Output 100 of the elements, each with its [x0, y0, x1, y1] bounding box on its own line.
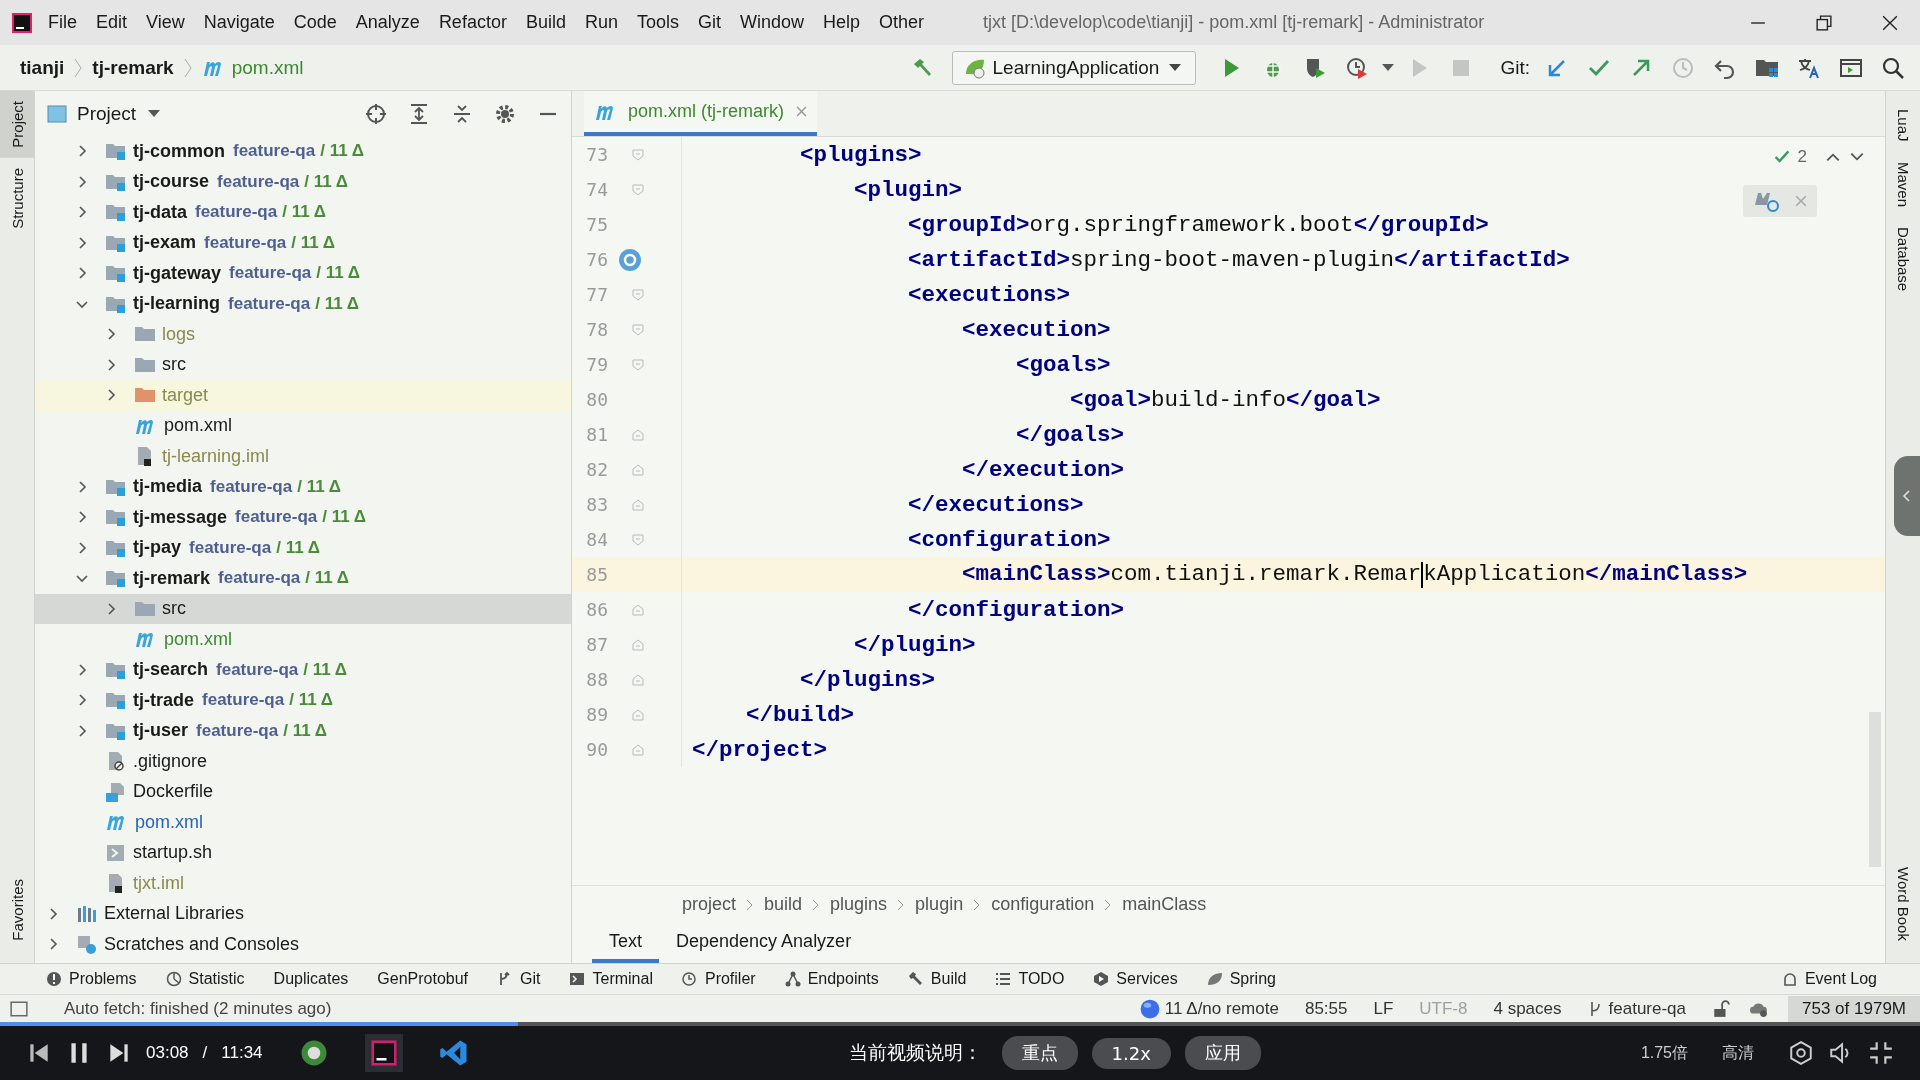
tree-item[interactable]: tj-gateway feature-qa / 11 Δ [35, 258, 571, 289]
tool-window-button[interactable]: Endpoints [784, 970, 879, 988]
tool-window-tab[interactable]: LuaJ [1894, 99, 1912, 152]
fold-marker-icon[interactable] [632, 638, 644, 651]
close-icon[interactable] [1882, 14, 1898, 31]
chevron-right-icon[interactable] [76, 236, 88, 249]
tree-item[interactable]: pom.xml [35, 807, 571, 838]
tree-item[interactable]: pom.xml [35, 410, 571, 441]
chevron-right-icon[interactable] [105, 328, 117, 341]
tool-window-tab[interactable]: Structure [0, 157, 34, 239]
tool-window-tab[interactable]: Favorites [0, 869, 34, 951]
expand-all-icon[interactable] [408, 102, 430, 125]
breadcrumb-item[interactable]: tj-remark [92, 56, 174, 79]
chevron-right-icon[interactable] [105, 358, 117, 371]
chevron-right-icon[interactable] [76, 663, 88, 676]
player-button[interactable]: 重点 [1001, 1036, 1078, 1070]
breadcrumb-item[interactable]: pom.xml [231, 56, 304, 79]
tree-item[interactable]: tj-media feature-qa / 11 Δ [35, 471, 571, 502]
chevron-right-icon[interactable] [76, 724, 88, 737]
collapse-handle[interactable] [1894, 456, 1920, 536]
breadcrumb-item[interactable]: configuration [991, 894, 1095, 915]
tool-window-button[interactable]: TODO [995, 970, 1065, 988]
tool-window-tab[interactable]: Project [0, 91, 34, 158]
crosshair-icon[interactable] [365, 102, 387, 125]
vcs-status[interactable]: 11 Δ/no remote [1139, 998, 1279, 1019]
line-separator[interactable]: LF [1373, 998, 1394, 1019]
menu-item[interactable]: View [146, 12, 185, 33]
restore-icon[interactable] [1816, 14, 1832, 31]
tree-item[interactable]: Scratches and Consoles [35, 929, 571, 960]
breadcrumb-item[interactable]: mainClass [1122, 894, 1207, 915]
memory-indicator[interactable]: 753 of 1979M [1788, 995, 1920, 1022]
menu-item[interactable]: Code [293, 12, 337, 33]
menu-item[interactable]: Run [584, 12, 618, 33]
tree-item[interactable]: tj-message feature-qa / 11 Δ [35, 502, 571, 533]
playback-speed[interactable]: 1.75倍 [1640, 1042, 1688, 1064]
chevron-right-icon[interactable] [76, 480, 88, 493]
collapse-all-icon[interactable] [451, 102, 473, 125]
fold-marker-icon[interactable] [632, 183, 644, 196]
scrollbar-thumb[interactable] [1869, 712, 1881, 867]
tool-window-button[interactable]: Event Log [1781, 970, 1877, 988]
tree-item[interactable]: External Libraries [35, 898, 571, 929]
chevron-right-icon[interactable] [76, 175, 88, 188]
chevron-right-icon[interactable] [76, 206, 88, 219]
menu-item[interactable]: Git [698, 12, 721, 33]
tree-item[interactable]: tj-user feature-qa / 11 Δ [35, 715, 571, 746]
tool-window-button[interactable]: GenProtobuf [377, 970, 469, 988]
fold-marker-icon[interactable] [632, 358, 644, 371]
chevron-right-icon[interactable] [47, 938, 59, 951]
fold-marker-icon[interactable] [632, 288, 644, 301]
settings-icon[interactable] [1788, 1040, 1814, 1066]
breadcrumb-item[interactable]: plugins [830, 894, 888, 915]
chevron-right-icon[interactable] [76, 267, 88, 280]
spring-bean-icon[interactable] [618, 247, 642, 272]
chevron-right-icon[interactable] [47, 907, 59, 920]
tool-window-button[interactable]: Terminal [569, 970, 653, 988]
menu-item[interactable]: Analyze [355, 12, 420, 33]
tree-item[interactable]: tj-search feature-qa / 11 Δ [35, 654, 571, 685]
tree-item[interactable]: .gitignore [35, 746, 571, 777]
exit-fullscreen-icon[interactable] [1868, 1040, 1894, 1066]
tree-item[interactable]: tj-common feature-qa / 11 Δ [35, 136, 571, 167]
tree-item[interactable]: Dockerfile [35, 776, 571, 807]
panel-toggle-icon[interactable] [10, 999, 28, 1018]
player-button[interactable]: 1.2x [1091, 1037, 1171, 1069]
breadcrumb-item[interactable]: tianji [20, 56, 65, 79]
editor-tab[interactable]: pom.xml (tj-remark) [584, 91, 817, 136]
settings-icon[interactable] [494, 102, 516, 125]
search-icon[interactable] [1881, 55, 1905, 80]
chevron-right-icon[interactable] [76, 541, 88, 554]
fold-marker-icon[interactable] [632, 603, 644, 616]
fold-marker-icon[interactable] [632, 743, 644, 756]
tree-item[interactable]: tj-remark feature-qa / 11 Δ [35, 563, 571, 594]
menu-item[interactable]: Tools [636, 12, 679, 33]
chevron-left-icon[interactable] [1901, 490, 1913, 502]
tool-window-button[interactable]: Statistic [165, 970, 245, 988]
chevron-right-icon[interactable] [76, 511, 88, 524]
player-button[interactable]: 应用 [1184, 1036, 1261, 1070]
run-configuration-dropdown[interactable]: LearningApplication [951, 50, 1197, 85]
breadcrumb-item[interactable]: project [682, 894, 737, 915]
tree-item[interactable]: pom.xml [35, 624, 571, 655]
fold-marker-icon[interactable] [632, 498, 644, 511]
chevron-right-icon[interactable] [76, 145, 88, 158]
chevron-down-icon[interactable] [76, 572, 88, 585]
chevron-right-icon[interactable] [105, 602, 117, 615]
fold-marker-icon[interactable] [632, 708, 644, 721]
tool-window-tab[interactable]: Maven [1894, 151, 1912, 217]
menu-item[interactable]: Edit [96, 12, 128, 33]
tree-item[interactable]: startup.sh [35, 837, 571, 868]
code-editor-icon[interactable] [438, 1038, 469, 1068]
tree-item[interactable]: tj-course feature-qa / 11 Δ [35, 166, 571, 197]
tool-window-button[interactable]: Duplicates [273, 970, 349, 988]
app-logo-icon[interactable] [364, 1034, 403, 1072]
fold-marker-icon[interactable] [632, 673, 644, 686]
tree-item[interactable]: tj-learning feature-qa / 11 Δ [35, 288, 571, 319]
fold-marker-icon[interactable] [632, 533, 644, 546]
breadcrumb-item[interactable]: plugin [915, 894, 964, 915]
tool-window-button[interactable]: Profiler [681, 970, 756, 988]
menu-item[interactable]: Build [525, 12, 566, 33]
editor-mode-tab[interactable]: Dependency Analyzer [659, 923, 869, 963]
lock-icon[interactable] [1712, 999, 1731, 1018]
tree-item[interactable]: tj-data feature-qa / 11 Δ [35, 197, 571, 228]
